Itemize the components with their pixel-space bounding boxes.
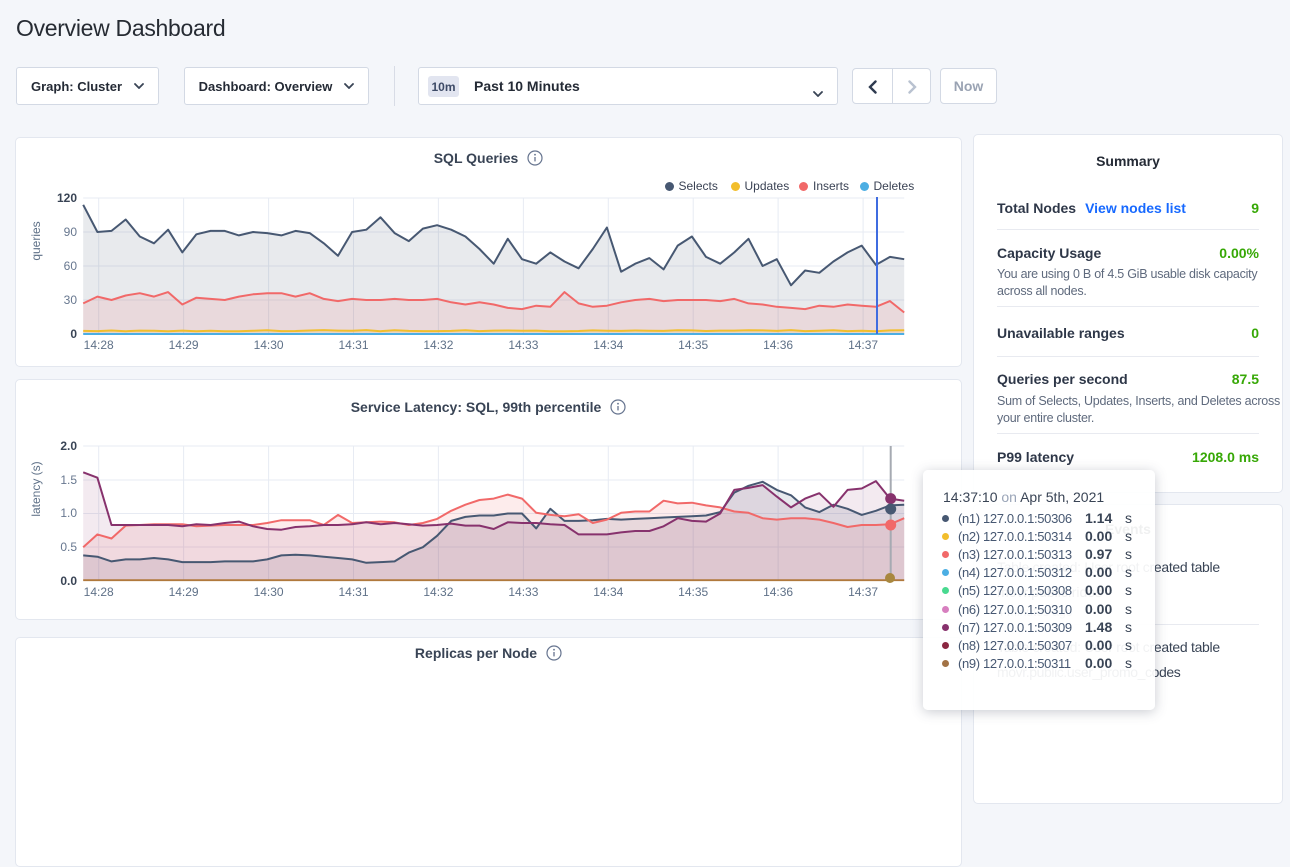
svg-text:14:29: 14:29 — [169, 585, 199, 599]
svg-text:30: 30 — [64, 293, 78, 307]
svg-text:0.0: 0.0 — [60, 574, 77, 588]
svg-text:14:30: 14:30 — [254, 338, 284, 352]
svg-text:queries: queries — [29, 221, 43, 260]
svg-text:14:35: 14:35 — [678, 338, 708, 352]
svg-text:14:31: 14:31 — [338, 585, 368, 599]
svg-text:14:31: 14:31 — [338, 338, 368, 352]
svg-text:120: 120 — [57, 191, 77, 205]
svg-text:latency (s): latency (s) — [29, 461, 43, 516]
svg-text:14:33: 14:33 — [508, 585, 538, 599]
svg-text:0.5: 0.5 — [60, 540, 77, 554]
svg-text:1.0: 1.0 — [60, 506, 77, 520]
svg-text:14:36: 14:36 — [763, 585, 793, 599]
svg-text:14:34: 14:34 — [593, 338, 623, 352]
svg-text:14:37: 14:37 — [848, 585, 878, 599]
svg-text:14:34: 14:34 — [593, 585, 623, 599]
svg-text:14:35: 14:35 — [678, 585, 708, 599]
svg-text:14:30: 14:30 — [254, 585, 284, 599]
svg-text:14:28: 14:28 — [84, 338, 114, 352]
svg-text:14:37: 14:37 — [848, 338, 878, 352]
svg-text:1.5: 1.5 — [60, 473, 77, 487]
svg-text:14:29: 14:29 — [169, 338, 199, 352]
svg-text:2.0: 2.0 — [60, 439, 77, 453]
svg-text:0: 0 — [70, 327, 77, 341]
svg-text:14:36: 14:36 — [763, 338, 793, 352]
svg-text:14:33: 14:33 — [508, 338, 538, 352]
svg-text:14:28: 14:28 — [84, 585, 114, 599]
svg-text:60: 60 — [64, 259, 78, 273]
svg-text:90: 90 — [64, 225, 78, 239]
svg-text:14:32: 14:32 — [423, 338, 453, 352]
svg-text:14:32: 14:32 — [423, 585, 453, 599]
